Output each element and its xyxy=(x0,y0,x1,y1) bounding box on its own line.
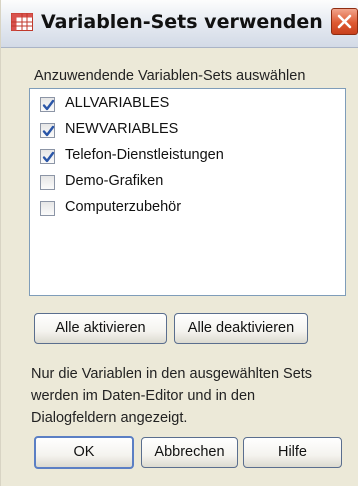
title-bar[interactable]: Variablen-Sets verwenden xyxy=(1,0,358,48)
cancel-label: Abbrechen xyxy=(154,444,225,460)
sets-group-label: Anzuwendende Variablen-Sets auswählen xyxy=(34,68,306,84)
list-item-label: Computerzubehör xyxy=(65,199,182,215)
select-all-label: Alle aktivieren xyxy=(55,320,146,336)
list-item-label: ALLVARIABLES xyxy=(65,95,170,111)
cancel-button[interactable]: Abbrechen xyxy=(141,437,238,468)
checkbox-allvariables[interactable] xyxy=(40,97,55,112)
list-item-label: NEWVARIABLES xyxy=(65,121,179,137)
select-all-button[interactable]: Alle aktivieren xyxy=(34,313,167,344)
checkmark-icon xyxy=(42,151,55,163)
checkbox-newvariables[interactable] xyxy=(40,123,55,138)
info-text: Nur die Variablen in den ausgewählten Se… xyxy=(31,366,313,426)
checkmark-icon xyxy=(42,99,55,111)
deselect-all-button[interactable]: Alle deaktivieren xyxy=(174,313,308,344)
list-item-label: Telefon-Dienstleistungen xyxy=(65,147,224,163)
checkbox-computerzubehoer[interactable] xyxy=(40,201,55,216)
ok-button[interactable]: OK xyxy=(34,436,134,469)
ok-label: OK xyxy=(73,444,95,460)
deselect-all-label: Alle deaktivieren xyxy=(187,320,295,336)
checkbox-telefon-dienstleistungen[interactable] xyxy=(40,149,55,164)
close-button[interactable] xyxy=(331,8,358,35)
checkmark-icon xyxy=(42,125,55,137)
dialog-title: Variablen-Sets verwenden xyxy=(41,11,323,33)
list-item-label: Demo-Grafiken xyxy=(65,173,164,189)
checkbox-demo-grafiken[interactable] xyxy=(40,175,55,190)
help-label: Hilfe xyxy=(277,444,307,460)
help-button[interactable]: Hilfe xyxy=(243,437,342,468)
dialog-window: Variablen-Sets verwenden Anzuwendende Va… xyxy=(0,0,358,486)
variable-sets-list[interactable]: ALLVARIABLES NEWVARIABLES Telefon-Dienst… xyxy=(29,88,346,296)
close-icon xyxy=(337,14,352,29)
spreadsheet-grid-icon xyxy=(11,13,33,31)
